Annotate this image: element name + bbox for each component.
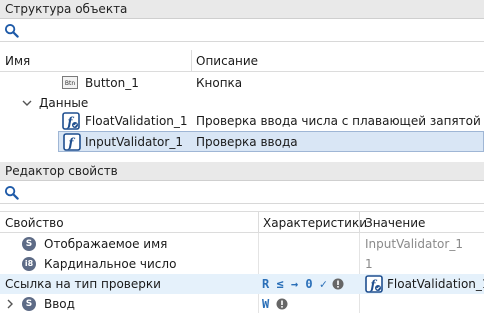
column-separator[interactable] [359, 212, 360, 234]
tree-item-description: Проверка ввода числа с плавающей запятой [196, 114, 481, 128]
integer-type-icon: i8 [22, 257, 36, 271]
column-value[interactable]: Значение [365, 212, 425, 234]
property-row-display-name[interactable]: S Отображаемое имя InputValidator_1 [0, 234, 484, 254]
property-value[interactable]: 1 [365, 254, 373, 274]
tree-row-data-group[interactable]: Данные [0, 93, 484, 113]
property-row-validation-type-ref[interactable]: Ссылка на тип проверки R ≤ → 0 ✓ f Float… [0, 274, 484, 294]
function-icon: f [62, 112, 80, 130]
property-value[interactable]: InputValidator_1 [365, 234, 463, 254]
column-property[interactable]: Свойство [5, 212, 64, 234]
column-separator[interactable] [258, 212, 259, 234]
tree-item-name: FloatValidation_1 [85, 114, 188, 128]
property-editor-search[interactable] [0, 181, 484, 204]
chevron-down-icon[interactable] [22, 98, 32, 108]
characteristics-flags: R ≤ → 0 ✓ [262, 277, 328, 291]
property-row-input[interactable]: S Ввод W [0, 294, 484, 314]
chevron-right-icon[interactable] [6, 299, 14, 309]
property-value[interactable]: FloatValidation_1 [387, 274, 484, 294]
column-separator[interactable] [191, 50, 192, 72]
property-editor-title: Редактор свойств [5, 164, 118, 178]
object-structure-search[interactable] [0, 19, 484, 42]
info-icon [332, 278, 344, 290]
search-icon[interactable] [4, 185, 19, 200]
string-type-icon: S [22, 237, 36, 251]
property-editor-header: Редактор свойств [0, 162, 484, 181]
tree-row-float-validation[interactable]: f FloatValidation_1 Проверка ввода числа… [0, 111, 484, 131]
column-name[interactable]: Имя [5, 50, 30, 72]
info-icon [276, 298, 288, 310]
tree-item-name: Данные [39, 96, 89, 110]
characteristics-flags: W [262, 297, 270, 311]
tree-row-button[interactable]: Btn Button_1 Кнопка [0, 73, 484, 93]
property-name: Отображаемое имя [44, 237, 168, 251]
object-structure-column-header: Имя Описание [0, 50, 484, 72]
property-editor-column-header: Свойство Характеристики Значение [0, 211, 484, 234]
object-structure-title: Структура объекта [5, 2, 128, 16]
search-icon[interactable] [4, 23, 19, 38]
property-name: Ввод [44, 297, 75, 311]
property-row-cardinality[interactable]: i8 Кардинальное число 1 [0, 254, 484, 274]
function-icon: f [365, 275, 383, 293]
button-icon: Btn [62, 76, 78, 89]
property-name: Ссылка на тип проверки [5, 277, 161, 291]
column-description[interactable]: Описание [196, 50, 258, 72]
column-characteristics[interactable]: Характеристики [263, 212, 367, 234]
svg-text:Btn: Btn [65, 80, 75, 87]
property-name: Кардинальное число [44, 257, 177, 271]
tree-row-input-validator[interactable]: f InputValidator_1 Проверка ввода [58, 131, 484, 152]
tree-item-description: Проверка ввода [196, 135, 298, 149]
tree-item-name: InputValidator_1 [85, 135, 183, 149]
string-type-icon: S [22, 297, 36, 311]
function-icon: f [63, 133, 81, 151]
object-structure-header: Структура объекта [0, 0, 484, 19]
tree-item-description: Кнопка [196, 76, 243, 90]
tree-item-name: Button_1 [85, 76, 139, 90]
